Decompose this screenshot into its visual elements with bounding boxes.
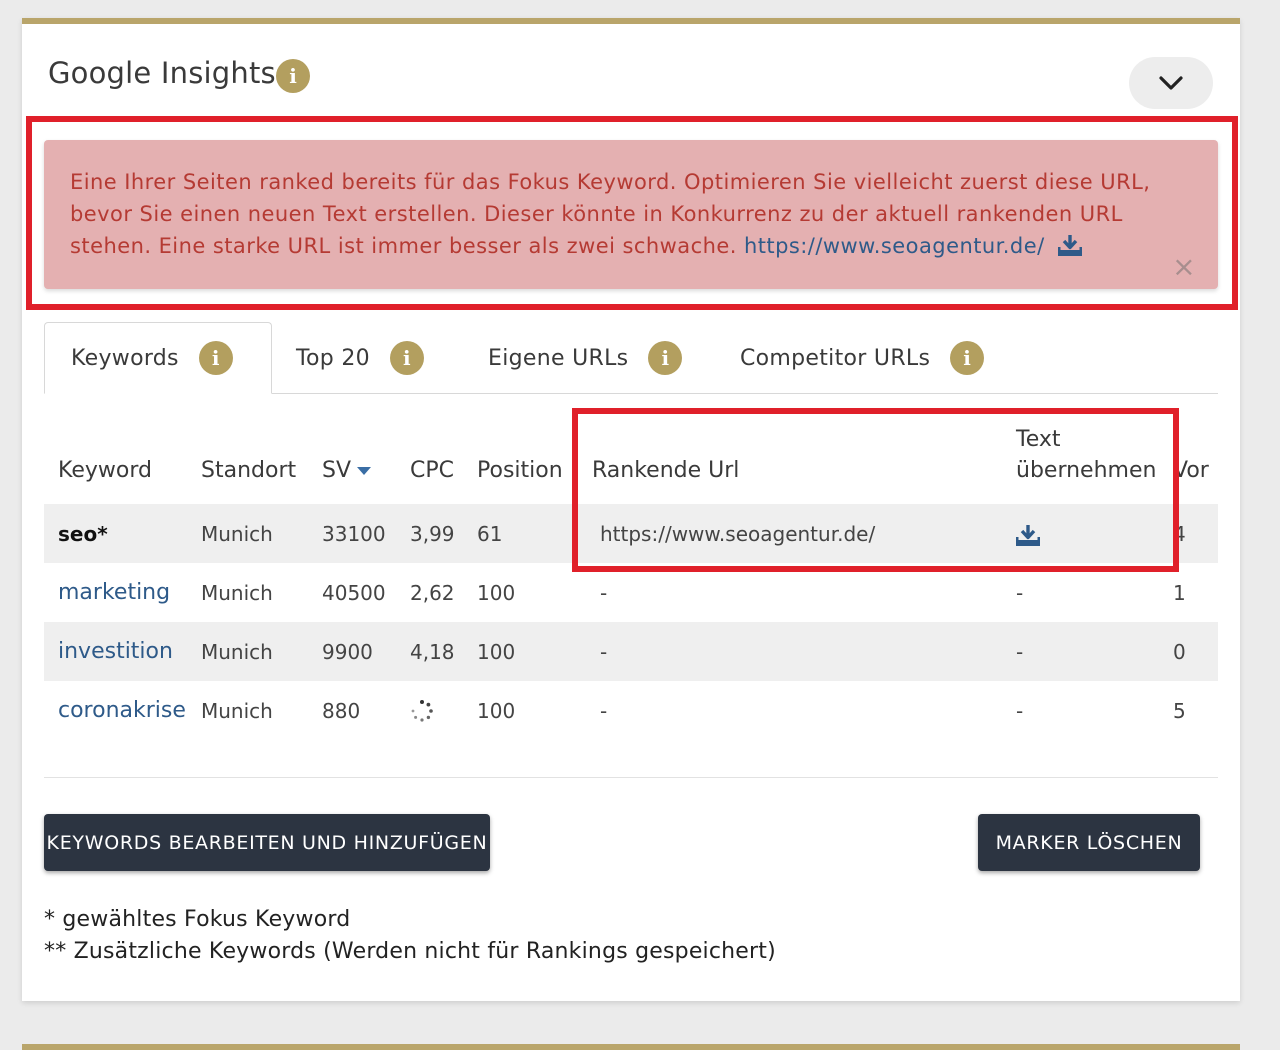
loading-spinner-icon xyxy=(411,700,433,722)
edit-keywords-button[interactable]: KEYWORDS BEARBEITEN UND HINZUFÜGEN xyxy=(44,814,490,871)
download-icon[interactable] xyxy=(1057,234,1083,257)
sv-cell: 880 xyxy=(322,698,361,723)
tab-keywords[interactable]: Keywords i xyxy=(44,322,272,394)
keyword-link[interactable]: coronakrise xyxy=(58,698,186,723)
url-cell: - xyxy=(600,639,608,664)
tab-competitor-urls[interactable]: Competitor URLs i xyxy=(740,322,985,394)
column-header-keyword[interactable]: Keyword xyxy=(44,424,187,504)
focus-keyword: seo* xyxy=(58,521,108,546)
tab-eigene-urls[interactable]: Eigene URLs i xyxy=(488,322,683,394)
cpc-cell xyxy=(396,681,463,740)
position-cell: 100 xyxy=(477,639,516,664)
cpc-cell: 3,99 xyxy=(410,521,455,546)
info-icon[interactable]: i xyxy=(198,341,233,375)
info-icon[interactable]: i xyxy=(276,59,310,93)
cpc-cell: 4,18 xyxy=(410,639,455,664)
vor-cell: 0 xyxy=(1173,639,1186,664)
keyword-cell: coronakrise xyxy=(44,681,187,740)
info-icon[interactable]: i xyxy=(950,341,985,375)
collapse-button[interactable] xyxy=(1129,57,1213,109)
text-uebernehmen-cell: - xyxy=(1016,698,1024,723)
google-insights-panel: Google Insights i Eine Ihrer Seiten rank… xyxy=(22,18,1240,1001)
tab-label: Top 20 xyxy=(296,345,370,371)
table-divider xyxy=(44,777,1218,778)
keyword-cell: seo* xyxy=(44,504,187,563)
column-header-sv[interactable]: SV xyxy=(308,424,396,504)
column-label: SV xyxy=(322,458,352,483)
keyword-cell: investition xyxy=(44,622,187,681)
table-row: investition Munich 9900 4,18 100 - - 0 xyxy=(44,622,1218,681)
info-icon[interactable]: i xyxy=(389,341,424,375)
tab-label: Competitor URLs xyxy=(740,345,931,371)
column-header-cpc[interactable]: CPC xyxy=(396,424,463,504)
footnotes: * gewähltes Fokus Keyword ** Zusätzliche… xyxy=(44,904,776,968)
close-icon[interactable]: × xyxy=(1172,253,1196,281)
tab-label: Keywords xyxy=(71,345,179,371)
footnote-focus-keyword: * gewähltes Fokus Keyword xyxy=(44,907,351,932)
standort-cell: Munich xyxy=(201,521,273,546)
keyword-cell: marketing xyxy=(44,563,187,622)
vor-cell: 5 xyxy=(1173,698,1186,723)
chevron-down-icon xyxy=(1159,76,1183,90)
tab-top-20[interactable]: Top 20 i xyxy=(296,322,424,394)
next-panel-border xyxy=(22,1044,1240,1050)
alert-url-link[interactable]: https://www.seoagentur.de/ xyxy=(744,234,1045,258)
sv-cell: 40500 xyxy=(322,580,386,605)
clear-markers-button[interactable]: MARKER LÖSCHEN xyxy=(978,814,1200,871)
url-cell: - xyxy=(600,698,608,723)
column-header-position[interactable]: Position xyxy=(463,424,578,504)
info-icon[interactable]: i xyxy=(648,341,683,375)
keyword-link[interactable]: investition xyxy=(58,639,173,664)
text-uebernehmen-cell: - xyxy=(1016,639,1024,664)
position-cell: 100 xyxy=(477,580,516,605)
table-row: coronakrise Munich 880 100 - - 5 xyxy=(44,681,1218,740)
position-cell: 100 xyxy=(477,698,516,723)
rankende-url-highlight-frame xyxy=(572,408,1179,572)
tab-label: Eigene URLs xyxy=(488,345,629,371)
cpc-cell: 2,62 xyxy=(410,580,455,605)
ranking-warning-alert: Eine Ihrer Seiten ranked bereits für das… xyxy=(44,140,1218,289)
footnote-additional-keywords: ** Zusätzliche Keywords (Werden nicht fü… xyxy=(44,939,776,964)
panel-title: Google Insights xyxy=(48,56,276,90)
sv-cell: 9900 xyxy=(322,639,373,664)
position-cell: 61 xyxy=(477,521,503,546)
sv-cell: 33100 xyxy=(322,521,386,546)
standort-cell: Munich xyxy=(201,639,273,664)
standort-cell: Munich xyxy=(201,580,273,605)
standort-cell: Munich xyxy=(201,698,273,723)
keyword-link[interactable]: marketing xyxy=(58,580,170,605)
column-header-standort[interactable]: Standort xyxy=(187,424,308,504)
sort-desc-icon xyxy=(357,467,372,475)
